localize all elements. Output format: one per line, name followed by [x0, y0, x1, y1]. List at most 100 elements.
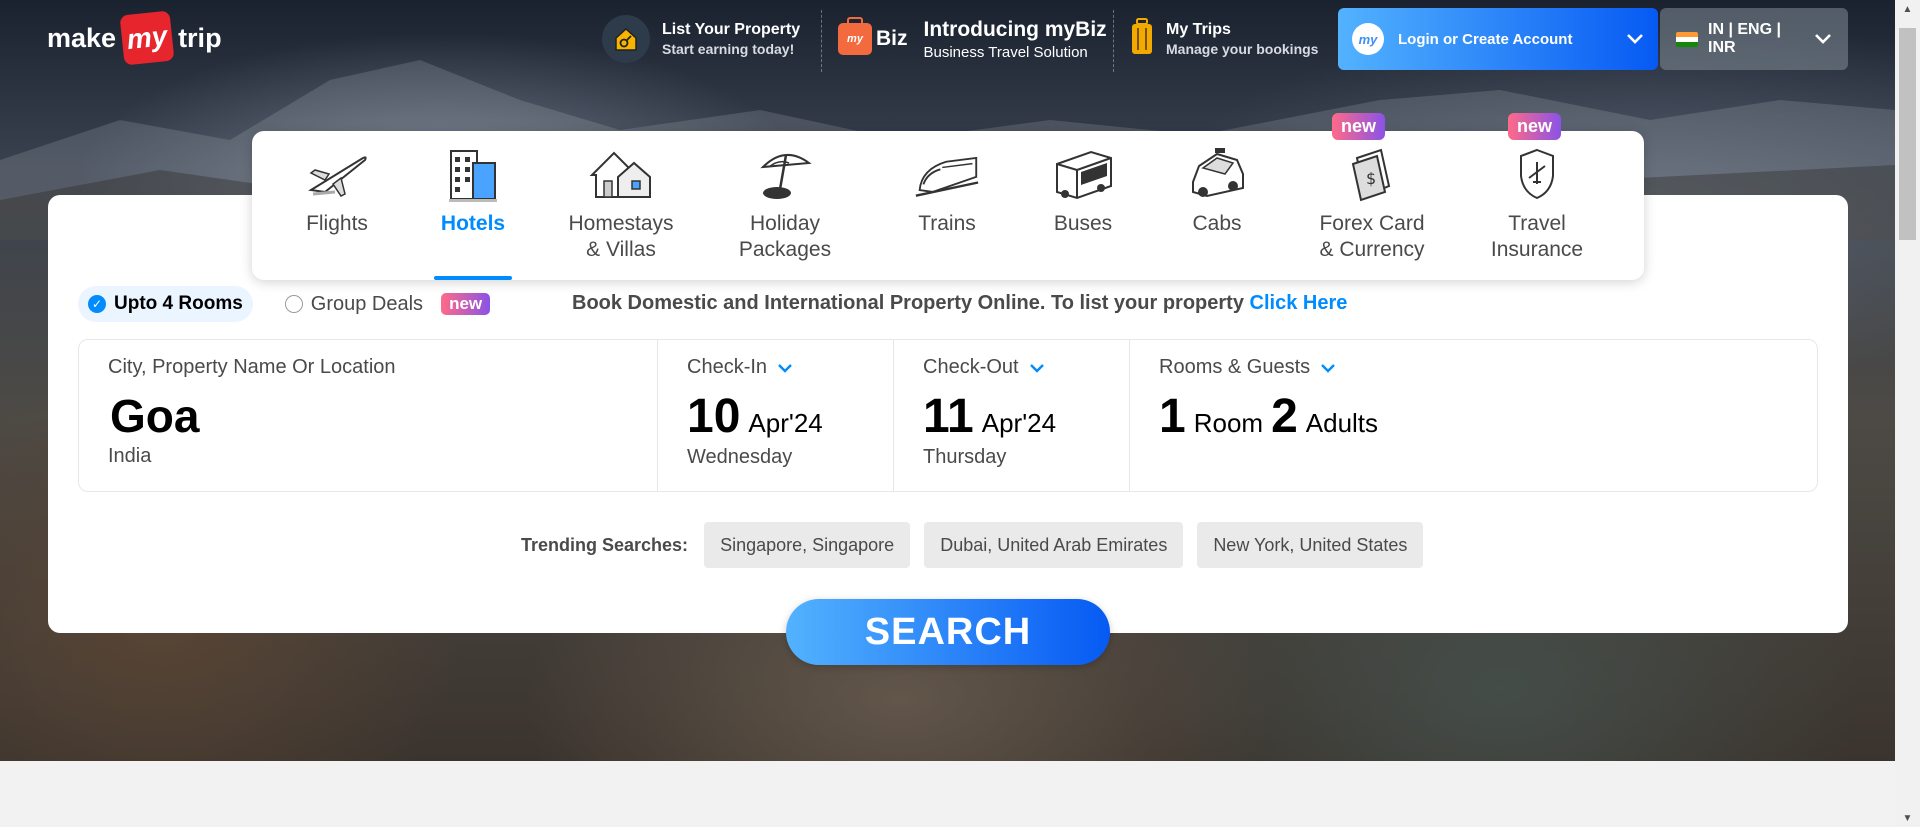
login-button[interactable]: my Login or Create Account [1338, 8, 1658, 70]
suitcase-icon [1130, 17, 1154, 61]
rooms-guests-field[interactable]: Rooms & Guests 1 Room 2 Adults [1129, 340, 1817, 491]
key-house-icon [602, 15, 650, 63]
tab-label: Holiday Packages [738, 212, 832, 261]
forex-icon: $ [1339, 145, 1405, 203]
locale-label: IN | ENG | INR [1708, 21, 1781, 56]
tab-label: Forex Card & Currency [1319, 212, 1425, 261]
mybiz-brand: Biz [876, 27, 908, 50]
rooms-guests-label: Rooms & Guests [1159, 356, 1311, 378]
india-flag-icon [1676, 31, 1698, 47]
tab-travel-insurance[interactable]: new Travel Insurance [1490, 113, 1584, 280]
locale-selector[interactable]: IN | ENG | INR [1660, 8, 1848, 70]
trending-chip[interactable]: Singapore, Singapore [704, 522, 911, 568]
checkout-day: 11 [923, 390, 974, 443]
briefcase-icon: my [838, 17, 872, 55]
active-tab-indicator [434, 276, 512, 280]
tab-label: Homestays & Villas [568, 212, 674, 261]
product-tabs: Flights Hotels Homestays & Villas Holida… [252, 113, 1644, 280]
click-here-link[interactable]: Click Here [1250, 292, 1348, 314]
new-badge: new [1332, 113, 1386, 140]
list-property-subtitle: Start earning today! [662, 41, 795, 57]
city-field[interactable]: City, Property Name Or Location Goa Indi… [79, 340, 657, 491]
upto-4-rooms-option[interactable]: ✓ Upto 4 Rooms [78, 286, 253, 322]
tab-label: Cabs [1192, 212, 1242, 235]
checkin-label: Check-In [687, 356, 768, 378]
trending-label: Trending Searches: [521, 534, 689, 555]
mybiz-subtitle: Business Travel Solution [923, 43, 1088, 61]
new-badge: new [441, 293, 491, 315]
plane-icon [304, 145, 370, 203]
scroll-up-arrow-icon[interactable]: ▲ [1895, 0, 1920, 18]
mmt-avatar-icon: my [1352, 23, 1384, 55]
trending-chip[interactable]: Dubai, United Arab Emirates [924, 522, 1184, 568]
my-trips-title: My Trips [1166, 21, 1231, 38]
list-property-link[interactable]: List Your Property Start earning today! [602, 8, 800, 70]
header-divider [1113, 10, 1114, 72]
mybiz-title: Introducing myBiz [923, 17, 1107, 41]
scroll-down-arrow-icon[interactable]: ▼ [1895, 809, 1920, 827]
tab-cabs[interactable]: Cabs [1184, 131, 1250, 280]
tab-label: Hotels [440, 212, 506, 235]
hotel-icon [440, 145, 506, 203]
list-property-title: List Your Property [662, 21, 801, 38]
trending-chip[interactable]: New York, United States [1197, 522, 1424, 568]
promo-text: Book Domestic and International Property… [572, 292, 1244, 314]
tab-forex[interactable]: new $ Forex Card & Currency [1312, 113, 1432, 280]
tab-hotels[interactable]: Hotels [434, 131, 512, 280]
group-deals-option[interactable]: Group Deals [284, 292, 424, 316]
checkout-weekday: Thursday [923, 446, 1007, 468]
chevron-down-icon [778, 363, 792, 373]
tab-trains[interactable]: Trains [904, 131, 990, 280]
logo-text-trip: trip [178, 22, 222, 53]
svg-text:$: $ [1366, 169, 1376, 188]
tab-label: Trains [918, 212, 976, 235]
adults-count: 2 [1271, 390, 1298, 443]
rooms-count: 1 [1159, 390, 1186, 443]
page-scrollbar[interactable]: ▲ ▼ [1895, 0, 1920, 827]
new-badge: new [1508, 113, 1562, 140]
option-label: Upto 4 Rooms [114, 293, 243, 314]
makemytrip-logo[interactable]: make my trip [47, 10, 222, 66]
country-value: India [108, 445, 152, 467]
radio-button[interactable] [284, 295, 303, 313]
check-icon: ✓ [88, 295, 106, 313]
checkin-month: Apr'24 [748, 408, 823, 438]
checkout-month: Apr'24 [981, 408, 1057, 438]
tab-buses[interactable]: Buses [1042, 131, 1124, 280]
mybiz-brand-prefix: my [847, 33, 863, 45]
city-label: City, Property Name Or Location [108, 356, 396, 378]
list-property-promo: Book Domestic and International Property… [572, 292, 1347, 315]
header-divider [821, 10, 822, 72]
mybiz-logo: my Biz [838, 17, 908, 55]
trending-searches: Trending Searches: Singapore, Singapore … [521, 522, 1424, 568]
tab-homestays[interactable]: Homestays & Villas [562, 131, 680, 280]
umbrella-icon [752, 145, 818, 203]
adults-word: Adults [1305, 408, 1379, 438]
logo-text-make: make [47, 22, 117, 53]
chevron-down-icon [1029, 363, 1044, 373]
chevron-down-icon [1321, 363, 1336, 373]
mybiz-link[interactable]: my Biz Introducing myBiz Business Travel… [838, 8, 1107, 70]
logo-badge: my [119, 10, 175, 66]
booking-type-options: ✓ Upto 4 Rooms Group Deals new [78, 286, 491, 322]
login-label: Login or Create Account [1398, 30, 1573, 48]
tab-label: Travel Insurance [1490, 212, 1584, 261]
checkin-field[interactable]: Check-In 10 Apr'24 Wednesday [657, 340, 893, 491]
train-icon [914, 145, 980, 203]
insurance-icon [1504, 145, 1570, 203]
tab-holiday-packages[interactable]: Holiday Packages [730, 131, 840, 280]
city-value: Goa [110, 390, 200, 442]
checkin-weekday: Wednesday [687, 446, 793, 468]
chevron-down-icon [1815, 34, 1831, 44]
logo-text-my: my [125, 19, 169, 56]
house-icon [588, 145, 654, 203]
cab-icon [1184, 145, 1250, 203]
option-label: Group Deals [310, 292, 424, 315]
checkin-day: 10 [687, 390, 741, 443]
my-trips-link[interactable]: My Trips Manage your bookings [1130, 8, 1318, 70]
checkout-field[interactable]: Check-Out 11 Apr'24 Thursday [893, 340, 1129, 491]
search-button[interactable]: SEARCH [786, 599, 1110, 665]
tab-label: Flights [306, 212, 368, 235]
tab-flights[interactable]: Flights [284, 131, 390, 280]
scrollbar-thumb[interactable] [1899, 28, 1916, 240]
